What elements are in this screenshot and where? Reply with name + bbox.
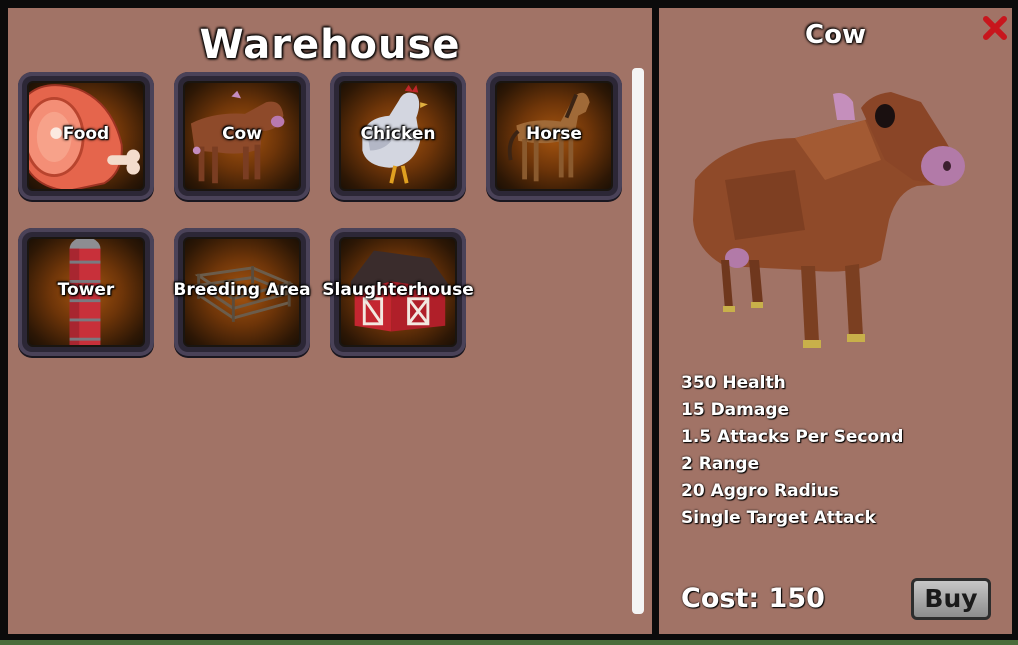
warehouse-title: Warehouse: [199, 22, 461, 68]
scrollbar[interactable]: [632, 68, 644, 614]
unit-stats: 350 Health 15 Damage 1.5 Attacks Per Sec…: [681, 370, 903, 532]
unit-name: Cow: [805, 20, 866, 50]
shop-item-chicken[interactable]: Chicken: [330, 72, 466, 200]
unit-cost: Cost: 150: [681, 583, 825, 614]
item-label: Food: [62, 124, 110, 144]
cow-portrait-icon: [693, 92, 965, 348]
shop-item-cow[interactable]: Cow: [174, 72, 310, 200]
stat-attack-speed: 1.5 Attacks Per Second: [681, 427, 904, 447]
warehouse-panel: Warehouse Food Cow Chicken Horse Tower B…: [8, 8, 652, 634]
shop-item-horse[interactable]: Horse: [486, 72, 622, 200]
item-label: Slaughterhouse: [322, 280, 474, 300]
shop-item-food[interactable]: Food: [18, 72, 154, 200]
stat-range: 2 Range: [681, 454, 760, 474]
item-label: Chicken: [360, 124, 436, 144]
shop-item-tower[interactable]: Tower: [18, 228, 154, 356]
stat-aggro-radius: 20 Aggro Radius: [681, 481, 839, 501]
item-label: Tower: [57, 280, 115, 300]
item-label: Horse: [526, 124, 582, 144]
unit-detail-panel: Cow 350 Health 15 Damage 1.5 Attacks Per…: [659, 8, 1012, 634]
shop-item-breeding-area[interactable]: Breeding Area: [173, 228, 311, 356]
stat-damage: 15 Damage: [681, 400, 790, 420]
item-label: Cow: [222, 124, 262, 144]
stat-attack-type: Single Target Attack: [681, 508, 876, 528]
item-label: Breeding Area: [173, 280, 311, 300]
stat-health: 350 Health: [681, 373, 786, 393]
close-icon[interactable]: [981, 14, 1009, 42]
shop-item-slaughterhouse[interactable]: Slaughterhouse: [322, 228, 474, 356]
buy-button[interactable]: Buy: [911, 578, 991, 620]
